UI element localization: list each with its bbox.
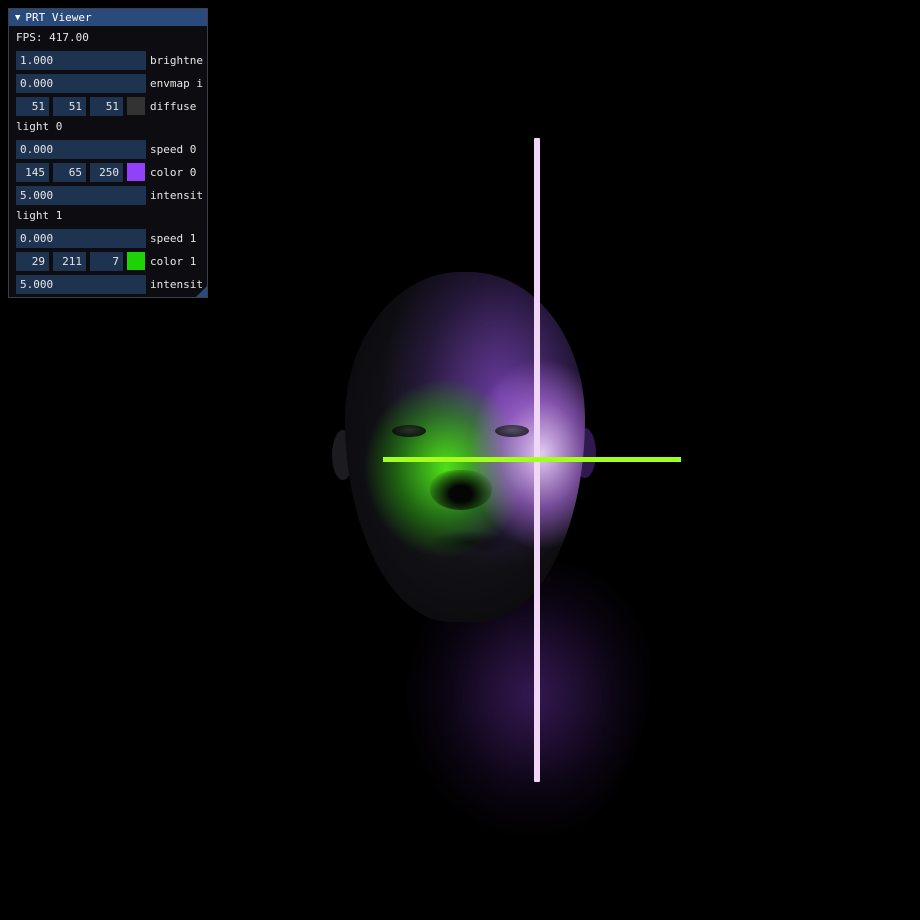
envmap-label: envmap i <box>150 76 203 90</box>
left-eye <box>392 425 426 437</box>
brightness-row: 1.000 brightne <box>16 50 207 70</box>
speed-1-label: speed 1 <box>150 231 197 245</box>
intensity-0-input[interactable]: 5.000 <box>16 185 146 205</box>
brightness-input[interactable]: 1.000 <box>16 50 146 70</box>
envmap-row: 0.000 envmap i <box>16 73 207 93</box>
color-0-b-input[interactable]: 250 <box>90 162 123 182</box>
color-0-swatch[interactable] <box>127 163 145 181</box>
speed-1-input[interactable]: 0.000 <box>16 228 146 248</box>
light-0-header: light 0 <box>16 119 63 133</box>
mouth <box>430 530 510 554</box>
diffuse-g-input[interactable]: 51 <box>53 96 86 116</box>
panel-title-bar[interactable]: ▼ PRT Viewer <box>9 9 207 26</box>
speed-0-row: 0.000 speed 0 <box>16 139 207 159</box>
speed-0-label: speed 0 <box>150 142 197 156</box>
color-0-label: color 0 <box>150 165 197 179</box>
color-0-g-input[interactable]: 65 <box>53 162 86 182</box>
speed-0-input[interactable]: 0.000 <box>16 139 146 159</box>
brightness-label: brightne <box>150 53 203 67</box>
intensity-0-label: intensit <box>150 188 203 202</box>
light-1-header: light 1 <box>16 208 63 222</box>
color-0-row: 145 65 250 color 0 <box>16 162 207 182</box>
diffuse-r-input[interactable]: 51 <box>16 96 49 116</box>
diffuse-row: 51 51 51 diffuse <box>16 96 207 116</box>
color-1-b-input[interactable]: 7 <box>90 251 123 271</box>
color-1-label: color 1 <box>150 254 197 268</box>
diffuse-label: diffuse <box>150 99 197 113</box>
color-1-row: 29 211 7 color 1 <box>16 251 207 271</box>
color-0-r-input[interactable]: 145 <box>16 162 49 182</box>
intensity-1-input[interactable]: 5.000 <box>16 274 146 294</box>
diffuse-b-input[interactable]: 51 <box>90 96 123 116</box>
prt-viewer-panel[interactable]: ▼ PRT Viewer FPS: 417.00 1.000 brightne … <box>8 8 208 298</box>
light-axis-horizontal <box>383 457 681 462</box>
head-model <box>345 272 585 622</box>
resize-grip[interactable] <box>196 286 207 297</box>
nose <box>430 470 492 510</box>
panel-title: PRT Viewer <box>25 11 92 24</box>
color-1-g-input[interactable]: 211 <box>53 251 86 271</box>
fps-readout: FPS: 417.00 <box>16 31 89 44</box>
right-eye <box>495 425 529 437</box>
diffuse-color-swatch[interactable] <box>127 97 145 115</box>
speed-1-row: 0.000 speed 1 <box>16 228 207 248</box>
intensity-0-row: 5.000 intensit <box>16 185 207 205</box>
triangle-down-icon[interactable]: ▼ <box>15 13 20 23</box>
envmap-input[interactable]: 0.000 <box>16 73 146 93</box>
color-1-swatch[interactable] <box>127 252 145 270</box>
color-1-r-input[interactable]: 29 <box>16 251 49 271</box>
intensity-1-row: 5.000 intensit <box>16 274 207 294</box>
